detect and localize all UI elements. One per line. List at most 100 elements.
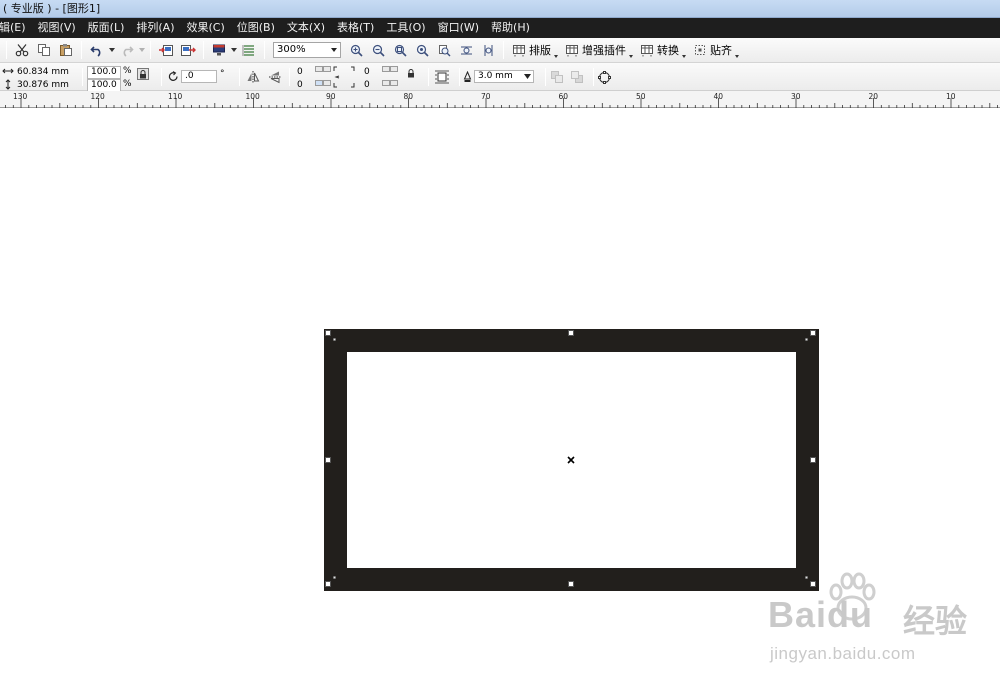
- menu-tools[interactable]: 工具(O): [380, 18, 431, 38]
- object-manager-button[interactable]: [239, 40, 259, 60]
- menu-effects[interactable]: 效果(C): [180, 18, 230, 38]
- zoom-page-button[interactable]: [434, 40, 454, 60]
- lock-ratio-button[interactable]: [137, 68, 149, 80]
- export-button[interactable]: [178, 40, 198, 60]
- zoom-page-width-button[interactable]: [456, 40, 476, 60]
- undo-dropdown-icon[interactable]: [108, 40, 116, 60]
- rotation-angle-field[interactable]: .0: [181, 70, 217, 83]
- snap-dropdown-icon[interactable]: [735, 55, 739, 58]
- standard-toolbar: 300% 排版 增强插件 转换 贴齐: [0, 38, 1000, 63]
- toolbar-divider: [82, 68, 83, 86]
- zoom-page-height-button[interactable]: [478, 40, 498, 60]
- corner-top-right-field[interactable]: 0: [360, 66, 382, 79]
- menu-view[interactable]: 视图(V): [32, 18, 82, 38]
- snap-button[interactable]: 贴齐: [689, 40, 739, 60]
- selection-handle-bottom-left[interactable]: [325, 581, 331, 587]
- undo-icon: [90, 46, 101, 57]
- convert-dropdown-icon[interactable]: [682, 55, 686, 58]
- cut-button[interactable]: [12, 40, 32, 60]
- outline-dropdown-icon[interactable]: [524, 74, 531, 79]
- text-wrap-button[interactable]: [432, 67, 452, 87]
- zoom-all-objects-button[interactable]: [412, 40, 432, 60]
- zoom-level-select[interactable]: 300%: [273, 42, 341, 58]
- zoom-in-button[interactable]: [346, 40, 366, 60]
- menu-arrange[interactable]: 排列(A): [130, 18, 180, 38]
- paste-button[interactable]: [56, 40, 76, 60]
- imposition-dropdown-icon[interactable]: [554, 55, 558, 58]
- corner-bl-spin-up[interactable]: [315, 80, 323, 86]
- selection-handle-bottom[interactable]: [568, 581, 574, 587]
- menu-window[interactable]: 窗口(W): [432, 18, 485, 38]
- toolbar-divider: [6, 41, 7, 59]
- mirror-horizontal-button[interactable]: [243, 67, 263, 87]
- selection-handle-right[interactable]: [810, 457, 816, 463]
- launcher-dropdown-icon[interactable]: [230, 40, 238, 60]
- selection-handle-top[interactable]: [568, 330, 574, 336]
- enhance-plugin-label: 增强插件: [582, 44, 626, 57]
- undo-button[interactable]: [87, 40, 107, 60]
- ruler-label: 70: [481, 92, 491, 101]
- redo-icon: [123, 46, 134, 57]
- enhance-plugin-dropdown-icon[interactable]: [629, 55, 633, 58]
- ruler-ticks: 130 120 110 100 90 80 70 60 50 40 30 20 10: [5, 92, 998, 108]
- ruler-label: 40: [714, 92, 724, 101]
- toolbar-divider: [161, 68, 162, 86]
- toolbar-divider: [459, 68, 460, 86]
- redo-button[interactable]: [117, 40, 137, 60]
- paste-icon: [60, 44, 72, 56]
- selection-handle-top-right[interactable]: [810, 330, 816, 336]
- enhance-plugin-button[interactable]: 增强插件: [561, 40, 633, 60]
- ruler-label: 110: [168, 92, 183, 101]
- menu-layout[interactable]: 版面(L): [82, 18, 131, 38]
- menu-bitmaps[interactable]: 位图(B): [231, 18, 281, 38]
- corner-node-top-left[interactable]: [333, 338, 336, 341]
- menu-text[interactable]: 文本(X): [281, 18, 331, 38]
- zoom-all-icon: [416, 44, 429, 57]
- height-icon: [5, 79, 11, 90]
- to-front-button[interactable]: [547, 67, 567, 87]
- import-icon: [159, 45, 173, 56]
- zoom-out-button[interactable]: [368, 40, 388, 60]
- scale-x-field[interactable]: 100.0: [87, 66, 121, 79]
- zoom-height-icon: [484, 44, 492, 56]
- mirror-vertical-icon: [269, 71, 281, 84]
- snap-label: 贴齐: [710, 44, 732, 57]
- ruler-label: 50: [636, 92, 646, 101]
- center-mark-icon[interactable]: [567, 456, 575, 464]
- imposition-button[interactable]: 排版: [508, 40, 558, 60]
- ruler-label: 120: [91, 92, 106, 101]
- corner-lock-button[interactable]: [401, 63, 421, 83]
- selection-handle-left[interactable]: [325, 457, 331, 463]
- redo-dropdown-icon[interactable]: [138, 40, 146, 60]
- horizontal-ruler[interactable]: 130 120 110 100 90 80 70 60 50 40 30 20 10: [0, 91, 1000, 108]
- window-title: ( 专业版 ) - [图形1]: [3, 2, 101, 15]
- corner-br-spin-down[interactable]: [390, 80, 398, 86]
- corner-top-left-field[interactable]: 0: [293, 66, 315, 79]
- to-back-button[interactable]: [567, 67, 587, 87]
- corner-tr-spin-up[interactable]: [382, 66, 390, 72]
- mirror-vertical-button[interactable]: [265, 67, 285, 87]
- corner-bl-spin-down[interactable]: [323, 80, 331, 86]
- property-bar: 60.834 mm 30.876 mm 100.0 % 100.0 % .0 °…: [0, 63, 1000, 92]
- corner-tl-spin-up[interactable]: [315, 66, 323, 72]
- menu-help[interactable]: 帮助(H): [485, 18, 536, 38]
- object-width-field[interactable]: 60.834 mm: [13, 66, 73, 79]
- baidu-jingyan-watermark: Baidu 经验 jingyan.baidu.com: [768, 572, 993, 669]
- zoom-selected-button[interactable]: [390, 40, 410, 60]
- application-launcher-button[interactable]: [209, 40, 229, 60]
- corner-tl-spin-down[interactable]: [323, 66, 331, 72]
- corner-br-spin-up[interactable]: [382, 80, 390, 86]
- drawing-canvas[interactable]: Baidu 经验 jingyan.baidu.com: [0, 108, 1000, 680]
- selection-handle-top-left[interactable]: [325, 330, 331, 336]
- menu-table[interactable]: 表格(T): [331, 18, 380, 38]
- corner-node-bottom-left[interactable]: [333, 576, 336, 579]
- ruler-label: 90: [326, 92, 336, 101]
- menu-edit[interactable]: 编辑(E): [0, 18, 32, 38]
- convert-to-curves-button[interactable]: [594, 67, 614, 87]
- corner-tr-spin-down[interactable]: [390, 66, 398, 72]
- copy-button[interactable]: [34, 40, 54, 60]
- import-button[interactable]: [156, 40, 176, 60]
- corner-node-top-right[interactable]: [805, 338, 808, 341]
- convert-label: 转换: [657, 44, 679, 57]
- convert-button[interactable]: 转换: [636, 40, 686, 60]
